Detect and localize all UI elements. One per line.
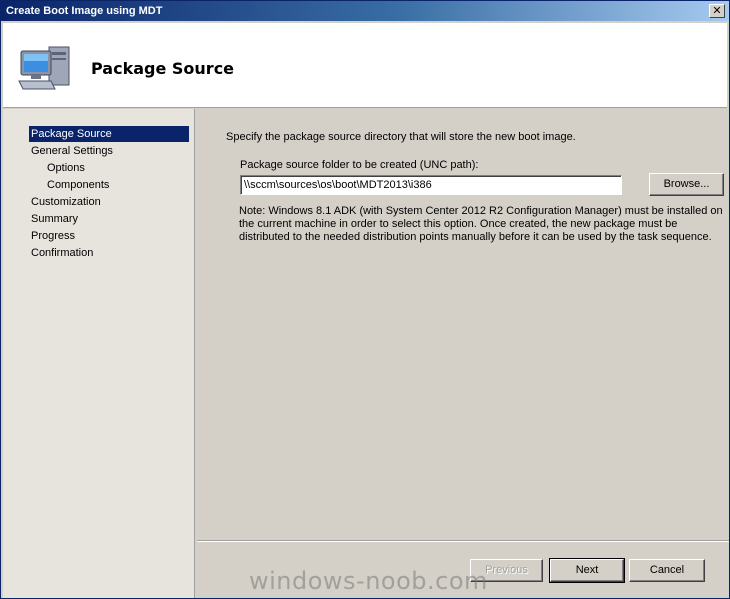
nav-item-progress[interactable]: Progress — [29, 228, 75, 244]
nav-item-confirmation[interactable]: Confirmation — [29, 245, 93, 261]
browse-button[interactable]: Browse... — [649, 173, 724, 196]
nav-item-general-settings[interactable]: General Settings — [29, 143, 113, 159]
nav-item-options[interactable]: Options — [45, 160, 85, 176]
cancel-button[interactable]: Cancel — [629, 559, 705, 582]
wizard-window: Create Boot Image using MDT ✕ Package So… — [0, 0, 730, 599]
nav-item-customization[interactable]: Customization — [29, 194, 101, 210]
title-bar[interactable]: Create Boot Image using MDT ✕ — [1, 1, 729, 21]
close-button[interactable]: ✕ — [709, 4, 725, 18]
wizard-content: Specify the package source directory tha… — [197, 109, 729, 539]
note-text: Note: Windows 8.1 ADK (with System Cente… — [239, 205, 723, 243]
nav-item-summary[interactable]: Summary — [29, 211, 78, 227]
package-source-label: Package source folder to be created (UNC… — [240, 159, 479, 171]
nav-item-package-source[interactable]: Package Source — [29, 126, 189, 142]
footer-divider — [197, 540, 729, 542]
next-button[interactable]: Next — [549, 558, 625, 583]
watermark-text: windows-noob.com — [249, 567, 488, 595]
close-icon: ✕ — [712, 4, 722, 17]
wizard-header: Package Source — [3, 23, 727, 108]
package-source-path-input[interactable] — [240, 175, 622, 195]
computer-icon — [18, 46, 70, 90]
instruction-text: Specify the package source directory tha… — [226, 131, 576, 143]
page-title: Package Source — [91, 59, 235, 78]
window-title: Create Boot Image using MDT — [6, 5, 163, 17]
nav-item-components[interactable]: Components — [45, 177, 109, 193]
wizard-nav: Package Source General Settings Options … — [3, 109, 195, 598]
